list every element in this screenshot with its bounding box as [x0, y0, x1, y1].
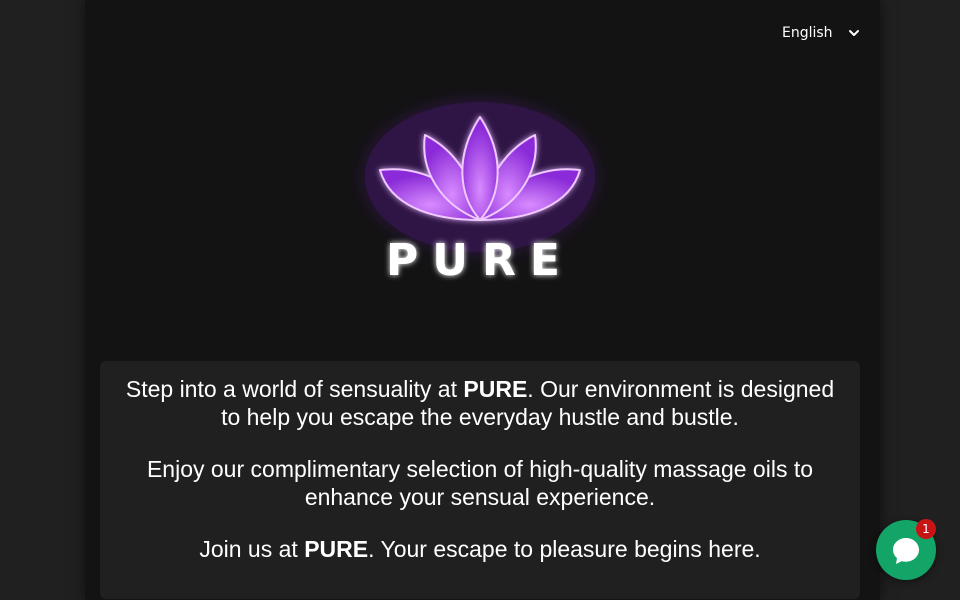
pure-logo[interactable]: PURE [340, 85, 620, 300]
chat-notification-badge: 1 [916, 519, 936, 539]
intro-paragraph-2: Enjoy our complimentary selection of hig… [146, 456, 814, 510]
intro-paragraph-1: Step into a world of sensuality at PURE.… [125, 376, 835, 430]
intro-box: Step into a world of sensuality at PURE.… [100, 361, 860, 599]
language-select-value: English [782, 25, 833, 41]
intro-paragraph-3: Join us at PURE. Your escape to pleasure… [199, 536, 761, 562]
chevron-down-icon [848, 27, 860, 39]
lotus-icon: PURE [365, 102, 595, 286]
language-select[interactable]: English [782, 22, 860, 44]
chat-bubble-icon [893, 538, 919, 564]
logo-text: PURE [386, 235, 574, 286]
